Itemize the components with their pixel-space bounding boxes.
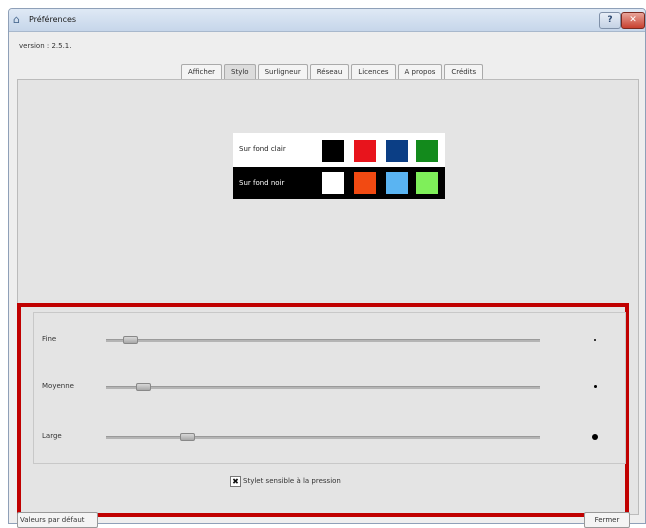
light-background-row: Sur fond clair	[233, 133, 445, 167]
slider-thumb-moyenne[interactable]	[136, 383, 152, 391]
title-bar: ⌂ Préférences ? ✕	[9, 9, 645, 32]
slider-track-large[interactable]	[106, 436, 540, 439]
color-swatch-dark-3[interactable]	[386, 172, 408, 194]
color-swatch-light-1[interactable]	[322, 140, 344, 162]
pressure-checkbox-label: Stylet sensible à la pression	[243, 477, 341, 485]
slider-thumb-fine[interactable]	[123, 336, 139, 344]
slider-row-moyenne: Moyenne	[34, 377, 625, 397]
pen-color-grid: Sur fond clair Sur fond noir	[233, 133, 445, 199]
color-swatch-dark-2[interactable]	[354, 172, 376, 194]
dot-fine-icon	[594, 339, 596, 341]
slider-thumb-large[interactable]	[179, 433, 195, 441]
pen-size-groupbox: Fine Moyenne Large	[33, 312, 626, 464]
color-swatch-light-3[interactable]	[386, 140, 408, 162]
slider-track-fine[interactable]	[106, 339, 540, 342]
tab-surligneur[interactable]: Surligneur	[257, 64, 308, 79]
dot-medium-icon	[594, 385, 597, 388]
close-button[interactable]: Fermer	[584, 512, 630, 528]
dark-background-row: Sur fond noir	[233, 167, 445, 199]
color-swatch-light-2[interactable]	[354, 140, 376, 162]
app-icon: ⌂	[13, 13, 20, 26]
tab-afficher[interactable]: Afficher	[181, 64, 223, 79]
version-label: version : 2.5.1.	[19, 42, 72, 50]
slider-row-fine: Fine	[34, 330, 625, 350]
tab-licences[interactable]: Licences	[351, 64, 396, 79]
slider-label-moyenne: Moyenne	[42, 382, 74, 390]
slider-row-large: Large	[34, 427, 625, 447]
tab-bar: Afficher Stylo Surligneur Réseau Licence…	[181, 64, 485, 80]
slider-label-fine: Fine	[42, 335, 57, 343]
tab-credits[interactable]: Crédits	[444, 64, 484, 79]
dot-large-icon	[592, 434, 598, 440]
dark-background-label: Sur fond noir	[239, 179, 285, 187]
tab-stylo[interactable]: Stylo	[224, 64, 256, 79]
light-background-label: Sur fond clair	[239, 145, 286, 153]
color-swatch-dark-4[interactable]	[416, 172, 438, 194]
color-swatch-dark-1[interactable]	[322, 172, 344, 194]
color-swatch-light-4[interactable]	[416, 140, 438, 162]
pressure-checkbox[interactable]: ✖	[230, 476, 241, 487]
window-title: Préférences	[29, 15, 77, 24]
close-window-button[interactable]: ✕	[621, 12, 645, 29]
slider-track-moyenne[interactable]	[106, 386, 540, 389]
slider-label-large: Large	[42, 432, 62, 440]
reset-defaults-button[interactable]: Valeurs par défaut	[17, 512, 98, 528]
tab-reseau[interactable]: Réseau	[309, 64, 350, 79]
help-button[interactable]: ?	[599, 12, 621, 29]
tab-a-propos[interactable]: A propos	[397, 64, 443, 79]
